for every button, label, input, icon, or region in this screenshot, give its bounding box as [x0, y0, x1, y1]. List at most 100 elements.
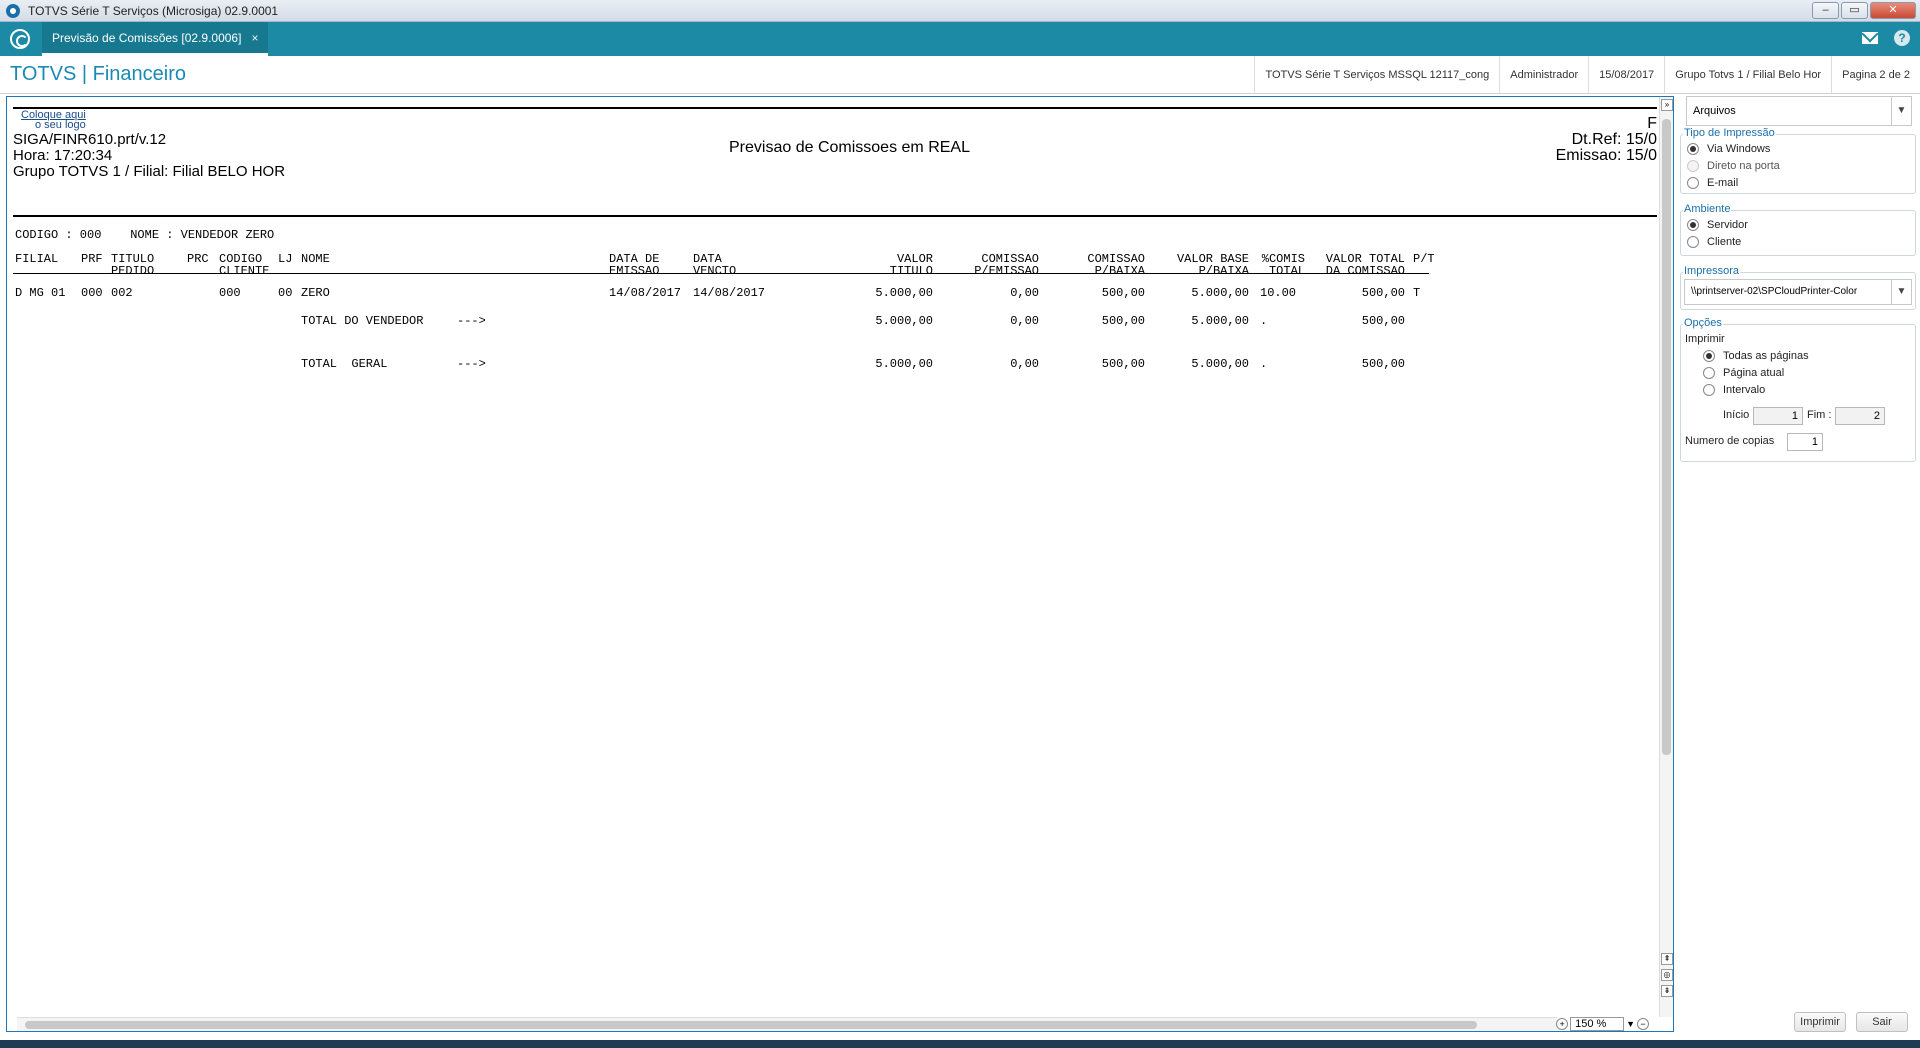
last-page-icon[interactable]: ⇟ — [1661, 985, 1673, 997]
radio-pagina-atual[interactable]: Página atual — [1703, 367, 1784, 379]
total-geral-pct: . — [1260, 357, 1268, 371]
scroll-expand-icon[interactable]: » — [1661, 99, 1673, 111]
total-vendedor-valor: 5.000,00 — [875, 314, 933, 328]
cell-base-baixa: 5.000,00 — [1191, 286, 1249, 300]
cell-total: 500,00 — [1361, 286, 1405, 300]
inicio-field[interactable]: 1 — [1753, 407, 1803, 425]
info-page: Pagina 2 de 2 — [1831, 56, 1920, 94]
total-geral-com-emissao: 0,00 — [1010, 357, 1039, 371]
col-lj: LJ — [278, 252, 293, 266]
zoom-in-icon[interactable]: + — [1556, 1018, 1569, 1030]
fim-field[interactable]: 2 — [1835, 407, 1885, 425]
cell-vencto: 14/08/2017 — [693, 286, 766, 300]
col-nome: NOME — [301, 252, 330, 266]
total-geral-arrow: ---> — [457, 357, 486, 371]
radio-todas-paginas[interactable]: Todas as páginas — [1703, 350, 1809, 362]
total-vendedor-pct: . — [1260, 314, 1268, 328]
zoom-out-icon[interactable]: − — [1637, 1018, 1649, 1030]
window-controls: – ▭ ✕ — [1812, 2, 1916, 19]
radio-servidor[interactable]: Servidor — [1687, 219, 1748, 231]
horizontal-scrollbar[interactable] — [17, 1017, 1557, 1031]
cell-pct: 10.00 — [1260, 286, 1297, 300]
cell-titulo: 002 — [111, 286, 133, 300]
total-vendedor-base: 5.000,00 — [1191, 314, 1249, 328]
radio-via-windows[interactable]: Via Windows — [1687, 143, 1770, 155]
cell-cliente: 000 — [219, 286, 241, 300]
cell-pt: T — [1413, 286, 1421, 300]
window-title: TOTVS Série T Serviços (Microsiga) 02.9.… — [28, 3, 279, 18]
radio-direto-porta[interactable]: Direto na porta — [1687, 160, 1780, 172]
printer-value: \\printserver-02\SPCloudPrinter-Color — [1691, 286, 1858, 297]
cell-com-baixa: 500,00 — [1101, 286, 1145, 300]
col-prc: PRC — [187, 252, 209, 266]
col-prf: PRF — [81, 252, 103, 266]
cell-nome: ZERO — [301, 286, 330, 300]
vertical-scrollbar[interactable]: » ⇞ ◎ ⇟ — [1659, 97, 1673, 1017]
mail-icon[interactable] — [1862, 32, 1878, 44]
col-pt: P/T — [1413, 252, 1435, 266]
destination-select[interactable]: Arquivos ▼ — [1686, 96, 1912, 126]
radio-email[interactable]: E-mail — [1687, 177, 1738, 189]
chevron-down-icon[interactable]: ▼ — [1891, 97, 1911, 125]
goto-page-icon[interactable]: ◎ — [1661, 969, 1673, 981]
total-geral-com-baixa: 500,00 — [1101, 357, 1145, 371]
cell-com-emissao: 0,00 — [1010, 286, 1039, 300]
total-geral-total: 500,00 — [1361, 357, 1405, 371]
tab-previsao-comissoes[interactable]: Previsão de Comissões [02.9.0006] × — [42, 22, 269, 56]
sair-button[interactable]: Sair — [1856, 1012, 1908, 1032]
zoom-control: + 150 % ▼ − — [1556, 1017, 1649, 1031]
group-impressora: Impressora \\printserver-02\SPCloudPrint… — [1680, 265, 1916, 310]
brand-title: TOTVS | Financeiro — [10, 63, 186, 85]
help-icon[interactable]: ? — [1894, 30, 1910, 46]
radio-intervalo[interactable]: Intervalo — [1703, 384, 1765, 396]
total-geral-base: 5.000,00 — [1191, 357, 1249, 371]
total-vendedor-total: 500,00 — [1361, 314, 1405, 328]
group-opcoes: Opções Imprimir Todas as páginas Página … — [1680, 317, 1916, 462]
total-geral-label: TOTAL GERAL — [301, 357, 388, 371]
tab-label: Previsão de Comissões [02.9.0006] — [52, 30, 242, 45]
imprimir-label: Imprimir — [1685, 333, 1725, 345]
horizontal-scroll-thumb[interactable] — [25, 1021, 1477, 1029]
first-page-icon[interactable]: ⇞ — [1661, 953, 1673, 965]
total-vendedor-com-baixa: 500,00 — [1101, 314, 1145, 328]
info-bar: TOTVS Série T Serviços MSSQL 12117_cong … — [1254, 56, 1920, 94]
cell-emissao: 14/08/2017 — [609, 286, 682, 300]
group-label-ambiente: Ambiente — [1683, 203, 1732, 215]
cell-valor: 5.000,00 — [875, 286, 933, 300]
fim-label: Fim : — [1807, 409, 1832, 421]
report-hora: Hora: 17:20:34 — [13, 147, 113, 164]
cell-prf: 000 — [81, 286, 103, 300]
print-options-panel: Arquivos ▼ Tipo de Impressão Via Windows… — [1676, 94, 1920, 1034]
total-vendedor-label: TOTAL DO VENDEDOR — [301, 314, 424, 328]
home-icon[interactable] — [10, 29, 30, 49]
copias-label: Numero de copias — [1685, 435, 1775, 447]
imprimir-button[interactable]: Imprimir — [1794, 1012, 1846, 1032]
close-window-button[interactable]: ✕ — [1870, 2, 1916, 19]
total-vendedor-com-emissao: 0,00 — [1010, 314, 1039, 328]
cell-lj: 00 — [278, 286, 293, 300]
tab-bar: Previsão de Comissões [02.9.0006] × ? — [0, 22, 1920, 56]
total-vendedor-arrow: ---> — [457, 314, 486, 328]
window-titlebar: TOTVS Série T Serviços (Microsiga) 02.9.… — [0, 0, 1920, 22]
zoom-dropdown-icon[interactable]: ▼ — [1626, 1019, 1635, 1029]
os-taskbar — [0, 1040, 1920, 1048]
report-grupo: Grupo TOTVS 1 / Filial: Filial BELO HOR — [13, 163, 286, 180]
vertical-scroll-thumb[interactable] — [1662, 119, 1671, 755]
info-date: 15/08/2017 — [1588, 56, 1664, 94]
chevron-down-icon[interactable]: ▼ — [1891, 280, 1911, 304]
printer-select[interactable]: \\printserver-02\SPCloudPrinter-Color ▼ — [1684, 279, 1912, 305]
report-emissao: Emissao: 15/0 — [1555, 147, 1657, 164]
header-underline — [13, 273, 1429, 274]
tab-close-icon[interactable]: × — [251, 31, 258, 45]
zoom-select[interactable]: 150 % — [1570, 1017, 1625, 1031]
info-user: Administrador — [1499, 56, 1588, 94]
group-label-opcoes: Opções — [1683, 317, 1723, 329]
minimize-button[interactable]: – — [1812, 2, 1839, 19]
copias-field[interactable]: 1 — [1787, 433, 1823, 451]
group-tipo-impressao: Tipo de Impressão Via Windows Direto na … — [1680, 127, 1916, 194]
report-preview: Coloque aqui o seu logo SIGA/FINR610.prt… — [6, 96, 1674, 1032]
report-separator — [13, 215, 1657, 217]
radio-cliente[interactable]: Cliente — [1687, 236, 1741, 248]
col-filial: FILIAL — [15, 252, 59, 266]
maximize-button[interactable]: ▭ — [1841, 2, 1868, 19]
